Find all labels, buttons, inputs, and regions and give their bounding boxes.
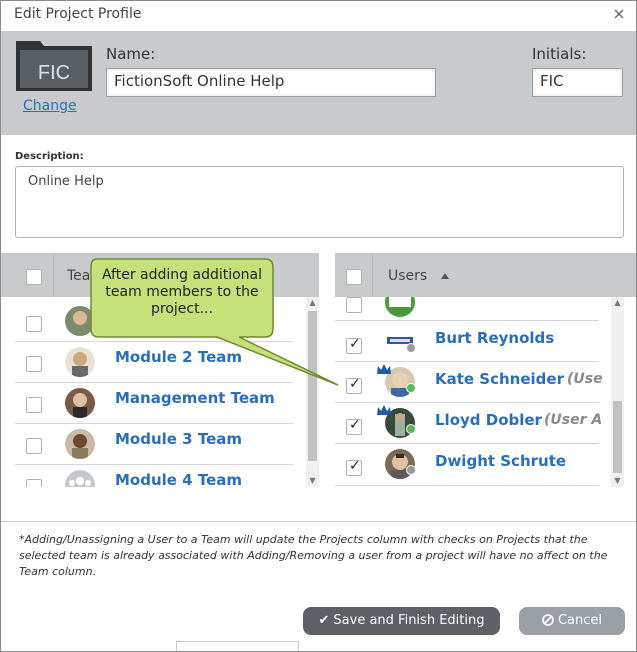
team-update-note: *Adding/Unassigning a User to a Team wil…: [19, 533, 608, 578]
users-header: Users: [335, 253, 636, 297]
teams-select-all-checkbox[interactable]: [26, 269, 42, 285]
save-and-finish-button[interactable]: ✔ Save and Finish Editing: [303, 607, 500, 635]
user-checkbox[interactable]: [346, 417, 362, 435]
name-label: Name:: [106, 45, 156, 63]
offline-status-icon: [406, 343, 416, 353]
user-row[interactable]: [335, 297, 599, 321]
user-name[interactable]: Dwight Schrute: [435, 452, 566, 470]
close-icon[interactable]: [612, 7, 626, 21]
user-name[interactable]: Lloyd Dobler: [435, 411, 542, 429]
section-divider: [1, 521, 636, 522]
teams-header-divider: [53, 253, 54, 297]
checkmark-icon: ✔: [318, 613, 330, 628]
user-name[interactable]: Kate Schneider: [435, 370, 564, 388]
team-name[interactable]: Module 4 Team: [115, 471, 242, 487]
change-image-link[interactable]: Change: [23, 98, 77, 114]
edit-project-dialog: Edit Project Profile FIC Change Name: Fi…: [0, 0, 637, 652]
user-row[interactable]: Lloyd Dobler (User A: [335, 403, 603, 444]
team-name[interactable]: Module 3 Team: [115, 430, 242, 448]
user-checkbox[interactable]: [346, 376, 362, 394]
crown-icon: [377, 405, 391, 415]
team-row[interactable]: Module 4 Team: [15, 465, 293, 487]
callout-line-3: project...: [151, 301, 213, 317]
team-checkbox[interactable]: [26, 479, 42, 487]
teams-column-header[interactable]: Tea: [67, 268, 90, 284]
team-avatar: [65, 429, 95, 459]
user-checkbox[interactable]: [346, 297, 362, 313]
initials-input[interactable]: FIC: [532, 68, 623, 97]
users-select-all-checkbox[interactable]: [346, 269, 362, 285]
folder-initials: FIC: [38, 62, 70, 84]
team-checkbox[interactable]: [26, 356, 42, 372]
user-row[interactable]: Burt Reynolds: [335, 321, 599, 362]
team-avatar-default-icon: [65, 470, 95, 487]
name-input[interactable]: FictionSoft Online Help: [106, 68, 436, 97]
title-bar: Edit Project Profile: [1, 1, 636, 31]
user-checkbox[interactable]: [346, 458, 362, 476]
users-column-header[interactable]: Users: [388, 268, 427, 284]
project-header: FIC Change Name: FictionSoft Online Help…: [1, 31, 636, 135]
team-checkbox[interactable]: [26, 316, 42, 332]
dialog-title: Edit Project Profile: [14, 6, 142, 22]
description-textarea[interactable]: Online Help: [15, 166, 624, 238]
callout-line-1: After adding additional: [101, 267, 263, 283]
online-status-icon: [406, 424, 416, 434]
save-button-label: Save and Finish Editing: [333, 613, 485, 628]
users-header-divider: [372, 253, 373, 297]
team-checkbox[interactable]: [26, 397, 42, 413]
online-status-icon: [406, 383, 416, 393]
team-row[interactable]: Module 3 Team: [15, 424, 293, 465]
offline-status-icon: [406, 465, 416, 475]
user-name[interactable]: Burt Reynolds: [435, 329, 554, 347]
sort-ascending-icon[interactable]: [441, 273, 449, 279]
cancel-icon: [542, 614, 554, 626]
callout-text: After adding additional team members to …: [94, 267, 270, 318]
user-role: (Use: [567, 371, 603, 387]
user-avatar: [385, 297, 415, 317]
user-row[interactable]: Kate Schneider (Use: [335, 362, 603, 403]
scroll-down-icon[interactable]: ▼: [306, 475, 319, 487]
underlying-window-edge: [176, 641, 299, 651]
team-avatar: [65, 388, 95, 418]
initials-label: Initials:: [532, 45, 587, 63]
user-role: (User A: [544, 412, 603, 428]
team-row[interactable]: Management Team: [15, 383, 293, 424]
crown-icon: [377, 364, 391, 374]
description-label: Description:: [15, 151, 84, 162]
callout-line-2: team members to the: [105, 284, 259, 300]
scroll-down-icon[interactable]: ▼: [611, 475, 624, 487]
scroll-up-icon[interactable]: ▲: [611, 297, 624, 309]
users-scrollbar[interactable]: ▲ ▼: [611, 297, 624, 487]
user-checkbox[interactable]: [346, 336, 362, 354]
users-scroll-thumb[interactable]: [613, 401, 622, 473]
cancel-button-label: Cancel: [557, 613, 603, 628]
user-row[interactable]: Dwight Schrute: [335, 444, 599, 486]
project-folder-icon: FIC: [16, 41, 92, 91]
cancel-button[interactable]: Cancel: [519, 607, 625, 635]
team-name[interactable]: Management Team: [115, 389, 275, 407]
team-checkbox[interactable]: [26, 438, 42, 454]
